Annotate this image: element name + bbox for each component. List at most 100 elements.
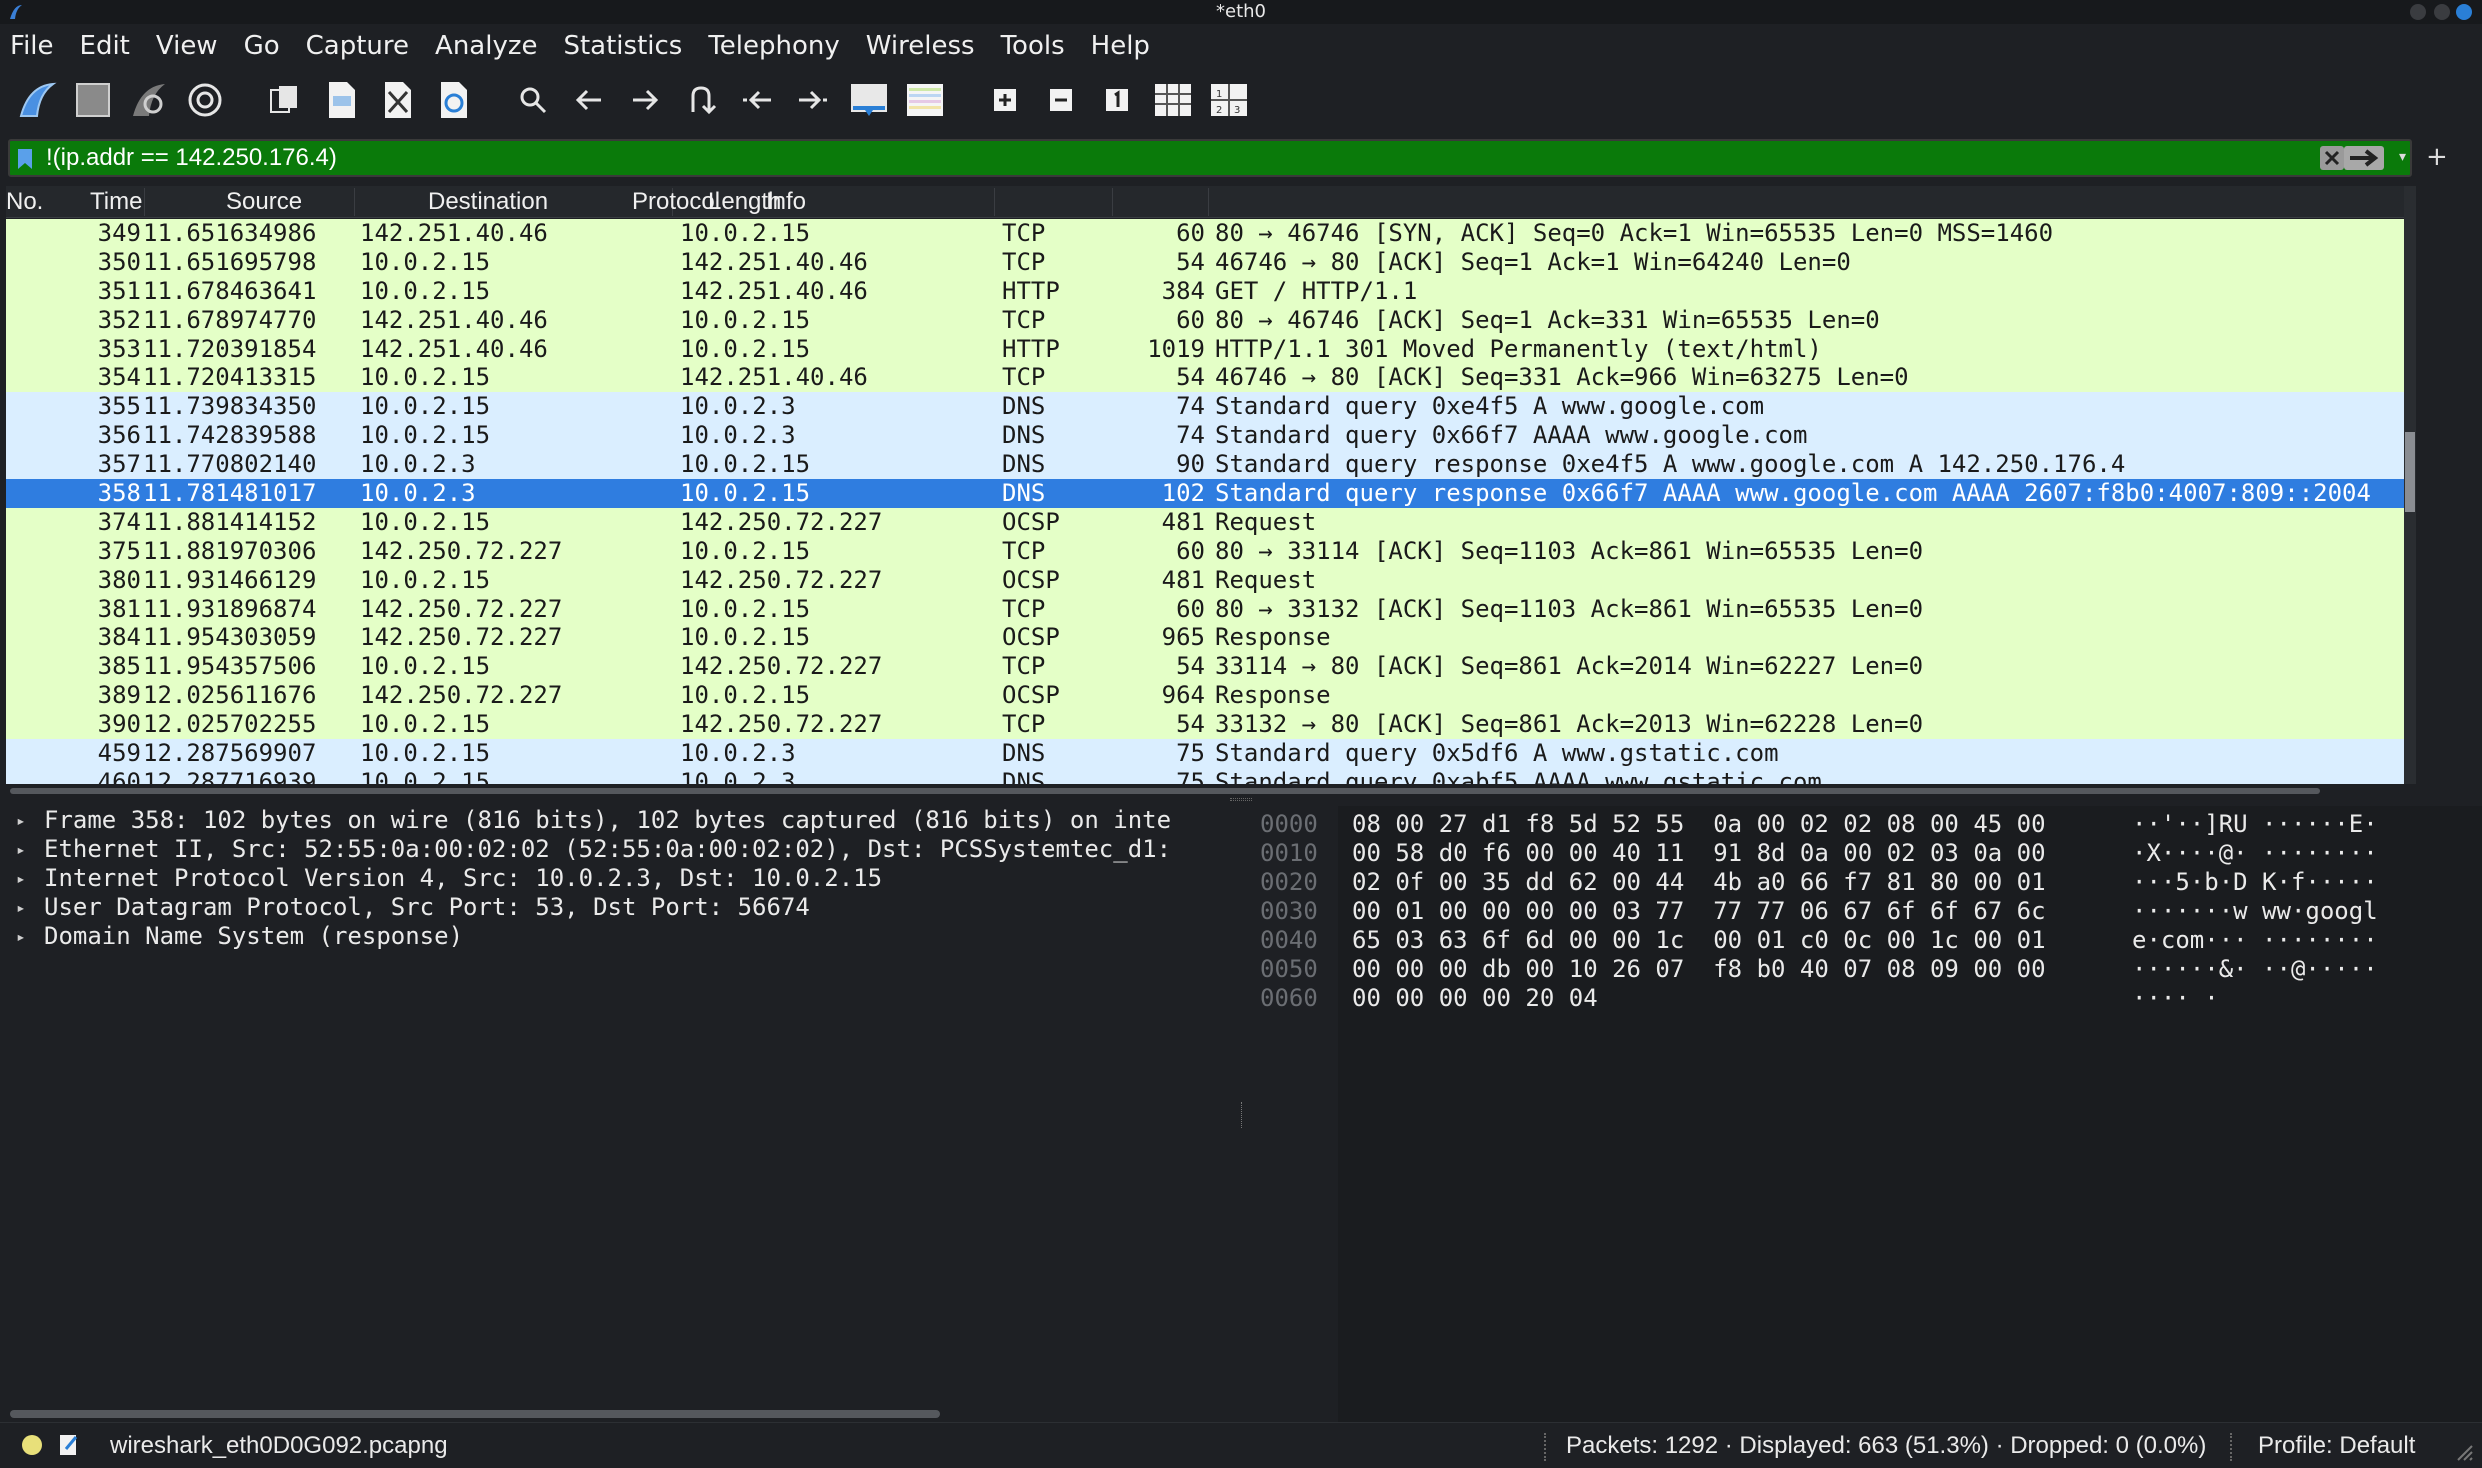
menu-help[interactable]: Help (1091, 31, 1150, 61)
column-header-destination[interactable]: Destination (428, 188, 548, 216)
packet-row[interactable]: 459 12.287569907 10.0.2.15 10.0.2.3 DNS 75 Sta… (6, 739, 2406, 768)
tree-item-udp[interactable]: ▸ User Datagram Protocol, Src Port: 53, … (6, 893, 1236, 922)
packet-time: 11.651634986 (143, 219, 317, 247)
expand-arrow-icon[interactable]: ▸ (16, 864, 26, 893)
column-header-time[interactable]: Time (90, 188, 142, 216)
menu-file[interactable]: File (10, 31, 54, 61)
vertical-pane-splitter[interactable] (1238, 806, 1246, 1416)
packet-row[interactable]: 354 11.720413315 10.0.2.15 142.251.40.46 TCP… (6, 363, 2406, 393)
autoscroll-icon[interactable] (846, 77, 892, 123)
packet-info: Standard query response 0x66f7 AAAA www.… (1215, 479, 2371, 508)
tree-item-ethernet[interactable]: ▸ Ethernet II, Src: 52:55:0a:00:02:02 (5… (6, 835, 1236, 864)
display-filter-input[interactable] (46, 143, 2006, 173)
packet-list[interactable]: No. Time Source Destination Protocol Len… (6, 186, 2416, 784)
packet-row[interactable]: 355 11.739834350 10.0.2.15 10.0.2.3 DNS 74 Sta… (6, 392, 2406, 422)
apply-filter-icon[interactable] (2344, 146, 2384, 170)
filter-bookmark-icon[interactable] (16, 147, 34, 175)
packet-row[interactable]: 353 11.720391854 142.251.40.46 10.0.2.15 HTT… (6, 334, 2406, 364)
expand-arrow-icon[interactable]: ▸ (16, 893, 26, 922)
menu-telephony[interactable]: Telephony (708, 31, 839, 61)
packet-row[interactable]: 460 12.287716939 10.0.2.15 10.0.2.3 DNS 75 Sta… (6, 767, 2406, 784)
maximize-button[interactable] (2434, 4, 2450, 20)
menu-edit[interactable]: Edit (80, 31, 130, 61)
restart-capture-icon[interactable] (126, 77, 172, 123)
column-header-info[interactable]: Info (766, 188, 806, 216)
packet-protocol: OCSP (1002, 507, 1060, 536)
packet-row[interactable]: 380 11.931466129 10.0.2.15 142.250.72.227 OC… (6, 565, 2406, 595)
close-file-icon[interactable] (374, 77, 420, 123)
packet-info: 33132 → 80 [ACK] Seq=861 Ack=2013 Win=62… (1215, 710, 1924, 739)
packet-row[interactable]: 357 11.770802140 10.0.2.3 10.0.2.15 DNS 90 Sta… (6, 450, 2406, 480)
layout-panes-icon[interactable]: 1 2 3 (1206, 77, 1252, 123)
packet-list-scrollbar[interactable] (2404, 186, 2416, 784)
capture-comment-icon[interactable] (58, 1433, 80, 1464)
packet-protocol: DNS (1002, 450, 1046, 479)
filter-history-dropdown-icon[interactable]: ▾ (2399, 149, 2406, 165)
menu-tools[interactable]: Tools (1001, 31, 1065, 61)
profile-selector[interactable]: Profile: Default (2258, 1432, 2415, 1460)
packet-row[interactable]: 356 11.742839588 10.0.2.15 10.0.2.3 DNS 74 Sta… (6, 421, 2406, 451)
packet-destination: 142.251.40.46 (680, 276, 868, 305)
zoom-out-icon[interactable] (1038, 77, 1084, 123)
no: 356 (97, 421, 141, 450)
start-capture-icon[interactable] (14, 77, 60, 123)
packet-row[interactable]: 349 11.651634986 142.251.40.46 10.0.2.15 TCP… (6, 219, 2406, 248)
packet-row[interactable]: 389 12.025611676 142.250.72.227 10.0.2.15 OC… (6, 681, 2406, 711)
no: 353 (97, 334, 141, 363)
expand-arrow-icon[interactable]: ▸ (16, 806, 26, 835)
no: 385 (97, 652, 141, 681)
add-filter-button-icon[interactable]: + (2426, 142, 2448, 172)
column-header-no[interactable]: No. (6, 188, 43, 216)
open-file-icon[interactable] (262, 77, 308, 123)
packet-protocol: TCP (1002, 710, 1046, 739)
tree-item-ipv4[interactable]: ▸ Internet Protocol Version 4, Src: 10.0… (6, 864, 1236, 893)
packet-row[interactable]: 375 11.881970306 142.250.72.227 10.0.2.15 TC… (6, 536, 2406, 566)
resize-columns-icon[interactable] (1150, 77, 1196, 123)
close-button[interactable] (2456, 4, 2472, 20)
column-header-source[interactable]: Source (226, 188, 302, 216)
normal-size-icon[interactable] (1094, 77, 1140, 123)
packet-row[interactable]: 385 11.954357506 10.0.2.15 142.250.72.227 TC… (6, 652, 2406, 682)
tree-item-dns[interactable]: ▸ Domain Name System (response) (6, 922, 1236, 951)
tree-item-frame[interactable]: ▸ Frame 358: 102 bytes on wire (816 bits… (6, 806, 1236, 835)
last-packet-icon[interactable] (790, 77, 836, 123)
packet-row[interactable]: 358 11.781481017 10.0.2.3 10.0.2.15 DNS 102 St… (6, 479, 2406, 508)
find-packet-icon[interactable] (510, 77, 556, 123)
menu-statistics[interactable]: Statistics (563, 31, 682, 61)
minimize-button[interactable] (2410, 4, 2426, 20)
expand-arrow-icon[interactable]: ▸ (16, 835, 26, 864)
packet-row[interactable]: 351 11.678463641 10.0.2.15 142.251.40.46 HTT… (6, 276, 2406, 306)
colorize-icon[interactable] (902, 77, 948, 123)
packet-time: 11.770802140 (143, 450, 317, 479)
first-packet-icon[interactable] (734, 77, 780, 123)
menu-analyze[interactable]: Analyze (435, 31, 537, 61)
save-file-icon[interactable] (318, 77, 364, 123)
details-hscrollbar[interactable] (6, 1408, 1236, 1418)
packet-row[interactable]: 390 12.025702255 10.0.2.15 142.250.72.227 TC… (6, 710, 2406, 740)
expert-info-status-icon[interactable] (22, 1435, 42, 1455)
capture-options-icon[interactable] (182, 77, 228, 123)
menu-view[interactable]: View (156, 31, 218, 61)
stop-capture-icon[interactable] (70, 77, 116, 123)
reload-file-icon[interactable] (430, 77, 476, 123)
clear-filter-icon[interactable] (2320, 146, 2344, 170)
column-header-protocol[interactable]: Protocol (632, 188, 720, 216)
go-back-icon[interactable] (566, 77, 612, 123)
packet-row[interactable]: 374 11.881414152 10.0.2.15 142.250.72.227 OC… (6, 507, 2406, 537)
packet-destination: 10.0.2.15 (680, 623, 811, 652)
menu-go[interactable]: Go (244, 31, 280, 61)
packet-row[interactable]: 352 11.678974770 142.251.40.46 10.0.2.15 TCP… (6, 305, 2406, 335)
go-to-packet-icon[interactable] (678, 77, 724, 123)
packet-info: 80 → 33114 [ACK] Seq=1103 Ack=861 Win=65… (1215, 536, 1924, 565)
packet-row[interactable]: 384 11.954303059 142.250.72.227 10.0.2.15 OC… (6, 623, 2406, 653)
packet-list-hscrollbar[interactable] (6, 786, 2416, 796)
expand-arrow-icon[interactable]: ▸ (16, 922, 26, 951)
go-forward-icon[interactable] (622, 77, 668, 123)
menu-wireless[interactable]: Wireless (866, 31, 975, 61)
resize-grip-icon[interactable] (2454, 1441, 2474, 1468)
packet-row[interactable]: 350 11.651695798 10.0.2.15 142.251.40.46 TCP… (6, 247, 2406, 277)
menu-capture[interactable]: Capture (306, 31, 409, 61)
pane-splitter[interactable] (0, 796, 2482, 804)
zoom-in-icon[interactable] (982, 77, 1028, 123)
packet-row[interactable]: 381 11.931896874 142.250.72.227 10.0.2.15 TC… (6, 594, 2406, 624)
